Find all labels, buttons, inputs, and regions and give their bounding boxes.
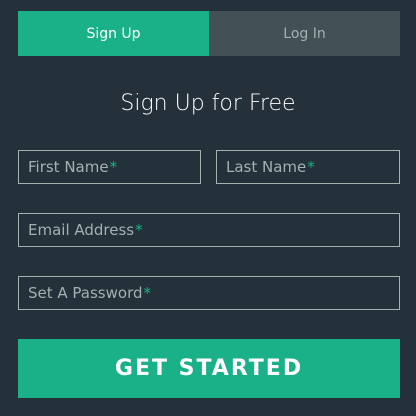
tab-sign-up-label: Sign Up bbox=[86, 25, 141, 42]
required-marker: * bbox=[307, 158, 315, 176]
required-marker: * bbox=[143, 284, 152, 302]
required-marker: * bbox=[109, 158, 118, 176]
tab-log-in[interactable]: Log In bbox=[209, 11, 400, 56]
first-name-field[interactable]: First Name * bbox=[18, 150, 201, 184]
first-name-placeholder: First Name bbox=[28, 158, 109, 176]
email-field[interactable]: Email Address * bbox=[18, 213, 400, 247]
tab-log-in-label: Log In bbox=[283, 25, 326, 42]
signup-form: Sign Up Log In Sign Up for Free First Na… bbox=[0, 0, 416, 416]
auth-tabs: Sign Up Log In bbox=[18, 11, 400, 56]
email-placeholder: Email Address bbox=[28, 221, 135, 239]
get-started-label: GET STARTED bbox=[114, 356, 304, 381]
required-marker: * bbox=[135, 221, 143, 239]
last-name-placeholder: Last Name bbox=[226, 158, 307, 176]
form-title: Sign Up for Free bbox=[120, 91, 296, 116]
last-name-field[interactable]: Last Name * bbox=[216, 150, 400, 184]
password-placeholder: Set A Password bbox=[28, 284, 143, 302]
get-started-button[interactable]: GET STARTED bbox=[18, 339, 400, 398]
password-field[interactable]: Set A Password * bbox=[18, 276, 400, 310]
tab-sign-up[interactable]: Sign Up bbox=[18, 11, 209, 56]
